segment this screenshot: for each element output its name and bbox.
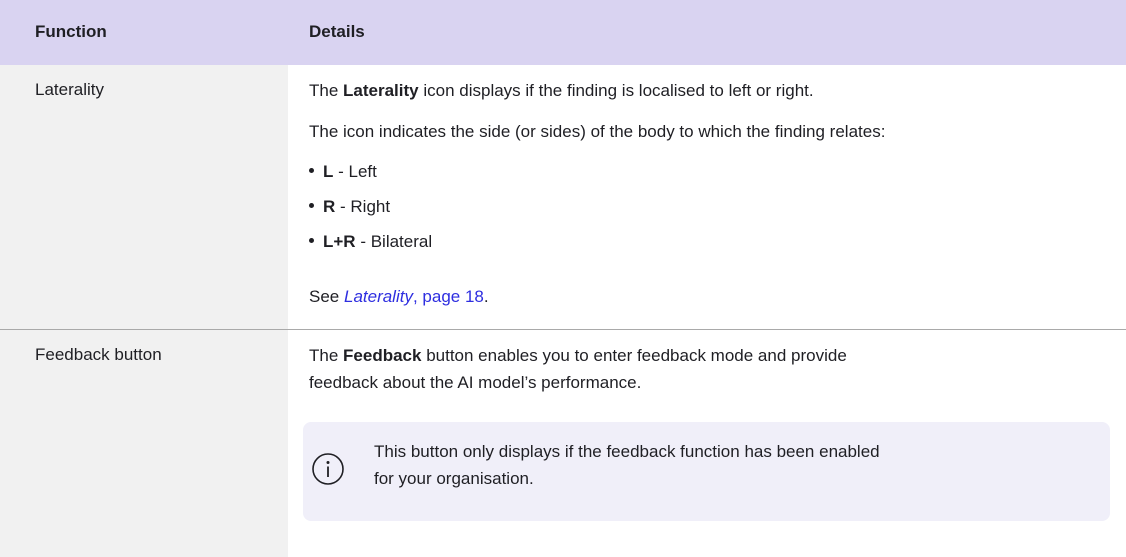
- laterality-description: The icon indicates the side (or sides) o…: [309, 122, 886, 141]
- function-details-table: Function Details Laterality The Laterali…: [0, 0, 1126, 557]
- info-circle-icon: [312, 453, 344, 485]
- bullet-icon: [309, 238, 314, 244]
- laterality-term: Laterality: [343, 81, 419, 100]
- bullet-icon: [309, 168, 314, 174]
- feedback-term: Feedback: [343, 346, 422, 365]
- bullet-icon: [309, 203, 314, 209]
- function-cell-laterality: [0, 65, 288, 329]
- list-item-bilateral: L+R - Bilateral: [309, 232, 432, 252]
- function-label-feedback: Feedback button: [35, 345, 162, 364]
- header-details: Details: [309, 22, 365, 41]
- see-also-reference: See Laterality, page 18.: [309, 287, 489, 306]
- feedback-intro-line2: feedback about the AI model’s performanc…: [309, 373, 642, 392]
- list-item-right: R - Right: [309, 197, 390, 217]
- header-function: Function: [35, 22, 107, 41]
- note-text: This button only displays if the feedbac…: [374, 442, 880, 488]
- laterality-page-link[interactable]: Laterality, page 18: [344, 287, 484, 306]
- feedback-intro-line1: The Feedback button enables you to enter…: [309, 346, 847, 365]
- laterality-intro: The Laterality icon displays if the find…: [309, 81, 814, 100]
- function-label-laterality: Laterality: [35, 80, 104, 99]
- table-header-row: Function Details: [0, 0, 1126, 65]
- list-item-left: L - Left: [309, 162, 377, 182]
